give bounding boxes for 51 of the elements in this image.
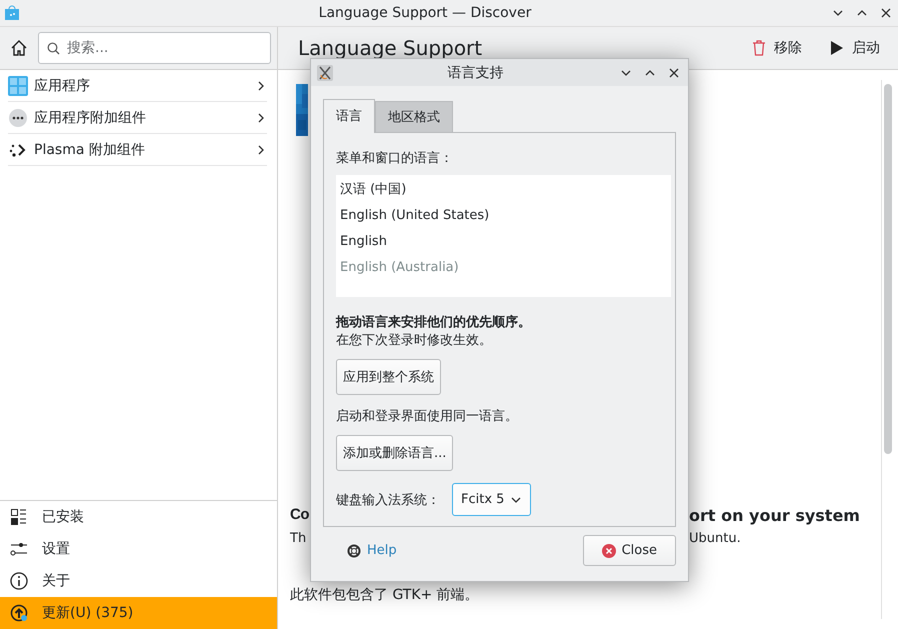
home-icon [10, 39, 28, 57]
action-button[interactable]: 移除 [746, 38, 808, 58]
hint-text: 启动和登录界面使用同一语言。 [336, 408, 518, 425]
add-language-button[interactable]: 添加或删除语言... [336, 435, 454, 471]
input-method-dropdown[interactable]: Fcitx 5 [452, 483, 532, 516]
language-item[interactable]: 汉语 (中国) [340, 179, 667, 205]
sidebar-item[interactable]: 设置 [0, 533, 277, 565]
trash-icon [752, 40, 766, 56]
heading-text: ort on your system [689, 506, 860, 525]
lifebuoy-icon [347, 544, 361, 558]
sidebar-item[interactable]: 关于 [0, 565, 277, 597]
app-icon [317, 64, 333, 80]
close-icon [668, 66, 680, 78]
scrollbar-thumb[interactable] [884, 84, 892, 454]
tab[interactable]: 语言 [323, 99, 375, 133]
tab[interactable]: 地区格式 [375, 101, 453, 132]
heading-text: Co [290, 506, 310, 525]
hint-text: 拖动语言来安排他们的优先顺序。 [336, 314, 531, 331]
sidebar-item[interactable]: 已安装 [0, 501, 277, 533]
more-icon [8, 108, 28, 128]
home-button[interactable] [10, 39, 28, 57]
grid-icon [8, 76, 28, 96]
play-icon [830, 40, 844, 56]
close-icon [880, 7, 892, 19]
search-field[interactable]: 搜索... [38, 32, 271, 64]
app-icon [4, 5, 20, 21]
language-item[interactable]: English [340, 231, 667, 257]
action-button[interactable]: 启动 [824, 38, 886, 58]
info-icon [10, 572, 28, 590]
close-dialog-button[interactable]: Close [582, 535, 676, 566]
page-title: Language Support [298, 36, 484, 60]
window-title: Language Support — Discover [318, 5, 532, 21]
category-item[interactable]: 应用程序 [8, 70, 267, 102]
language-item[interactable]: English (United States) [340, 205, 667, 231]
help-button[interactable]: Help [341, 542, 403, 559]
close-icon [602, 544, 616, 558]
sidebar-item[interactable]: 更新(U) (375) [0, 597, 277, 629]
dialog-title: 语言支持 [446, 64, 504, 82]
hint-text: 在您下次登录时修改生效。 [336, 332, 492, 349]
apply-button[interactable]: 应用到整个系统 [336, 359, 441, 395]
category-item[interactable]: Plasma 附加组件 [8, 134, 267, 166]
note-text: 此软件包包含了 GTK+ 前端。 [290, 586, 479, 604]
category-item[interactable]: 应用程序附加组件 [8, 102, 267, 134]
list-label: 菜单和窗口的语言： [336, 150, 453, 167]
list-icon [10, 508, 28, 526]
input-method-label: 键盘输入法系统： [336, 492, 440, 508]
description-text: Ubuntu. [689, 531, 741, 546]
description-text: Th [290, 531, 308, 546]
search-icon [47, 42, 60, 55]
sliders-icon [10, 540, 28, 558]
update-icon [10, 604, 28, 622]
